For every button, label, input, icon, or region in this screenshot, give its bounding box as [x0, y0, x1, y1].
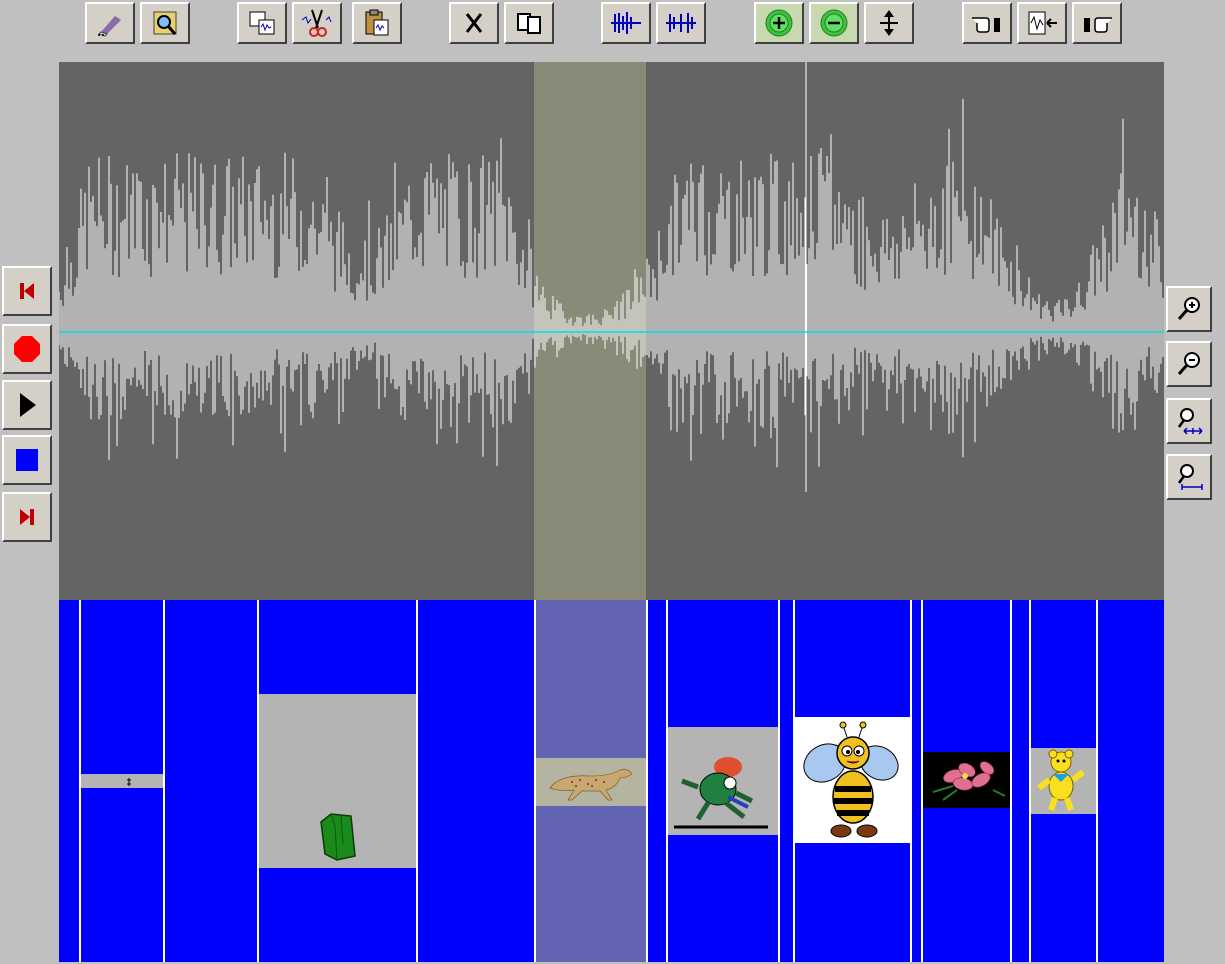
duplicate-button[interactable] [504, 2, 554, 44]
stop-button[interactable] [2, 435, 52, 485]
zoom-fit-icon [1177, 408, 1203, 435]
clip-divider[interactable] [1096, 600, 1098, 962]
zoom-out-icon [1177, 352, 1200, 375]
stop-icon [16, 449, 38, 471]
clip-2[interactable] [259, 694, 416, 868]
magnifier-folder-icon [153, 11, 177, 35]
play-button[interactable] [2, 380, 52, 430]
record-icon [14, 336, 40, 362]
wave-insert-icon [611, 12, 641, 34]
go-to-start-button[interactable] [2, 266, 52, 316]
clipboard-icon [365, 9, 389, 36]
cheetah-thumb [549, 769, 633, 801]
clip-6[interactable] [923, 752, 1010, 808]
find-button[interactable] [140, 2, 190, 44]
plus-circle-icon [765, 9, 793, 37]
clip-divider[interactable] [416, 600, 418, 962]
insert-silence-button[interactable] [601, 2, 651, 44]
zoom-full-icon [1177, 464, 1203, 490]
clip-1[interactable] [81, 774, 163, 788]
wave-trim-icon [1028, 11, 1057, 35]
flowers-thumb [932, 761, 1006, 801]
split-wave-button[interactable] [656, 2, 706, 44]
up-down-arrows-icon [880, 10, 898, 36]
zoom-out-button[interactable] [1166, 341, 1212, 387]
normalize-button[interactable] [864, 2, 914, 44]
record-button[interactable] [2, 324, 52, 374]
waveform-canvas[interactable] [58, 62, 1164, 600]
clip-divider[interactable] [163, 600, 165, 962]
copy-clip-button[interactable] [237, 2, 287, 44]
yellow-bear-thumb [1037, 749, 1085, 811]
copy-wave-icon [249, 11, 275, 35]
clip-divider[interactable] [1010, 600, 1012, 962]
paste-clip-button[interactable] [352, 2, 402, 44]
eraser-button[interactable] [85, 2, 135, 44]
hand-left-icon [972, 17, 1000, 33]
clip-divider[interactable] [910, 600, 912, 962]
image-track[interactable] [59, 600, 1164, 962]
volume-up-button[interactable] [754, 2, 804, 44]
clip-4[interactable] [668, 727, 778, 835]
clip-divider[interactable] [778, 600, 780, 962]
skip-start-icon [20, 283, 34, 299]
cut-clip-button[interactable] [292, 2, 342, 44]
delete-button[interactable] [449, 2, 499, 44]
small-label-thumb [127, 778, 131, 786]
point-left-button[interactable] [962, 2, 1012, 44]
duplicate-icon [517, 13, 541, 34]
skip-end-icon [20, 509, 34, 525]
x-icon [465, 13, 483, 33]
clip-3[interactable] [536, 758, 646, 806]
trim-button[interactable] [1017, 2, 1067, 44]
minus-circle-icon [820, 9, 848, 37]
bee-thumb [803, 721, 899, 838]
wave-split-icon [666, 13, 696, 33]
volume-down-button[interactable] [809, 2, 859, 44]
clip-7[interactable] [1031, 748, 1096, 814]
clip-5[interactable] [795, 717, 910, 843]
zoom-selection-button[interactable] [1166, 398, 1212, 444]
waveform-display[interactable] [58, 62, 1164, 600]
clip-divider[interactable] [646, 600, 648, 962]
go-to-end-button[interactable] [2, 492, 52, 542]
zoom-in-icon [1177, 297, 1200, 320]
hand-right-icon [1084, 17, 1112, 33]
scissors-icon [301, 9, 332, 37]
eraser-icon [98, 16, 121, 37]
zoom-in-button[interactable] [1166, 286, 1212, 332]
point-right-button[interactable] [1072, 2, 1122, 44]
play-icon [20, 393, 36, 417]
green-bag-thumb [320, 813, 356, 861]
cartoon-runner-thumb [674, 757, 768, 829]
zoom-all-button[interactable] [1166, 454, 1212, 500]
